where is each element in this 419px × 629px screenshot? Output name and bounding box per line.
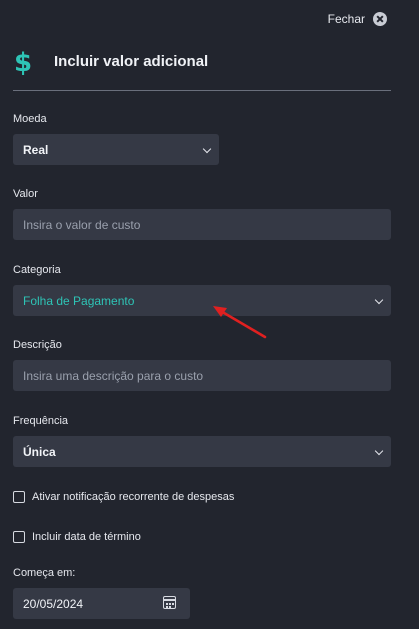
currency-select[interactable]: Real [13,134,219,165]
page-title: Incluir valor adicional [54,53,209,70]
value-placeholder: Insira o valor de custo [23,217,141,232]
red-arrow-icon [213,306,267,339]
checkbox-icon[interactable] [13,491,25,503]
add-value-panel: Fechar $ Incluir valor adicional Moeda R… [0,0,419,629]
chevron-down-icon [202,144,212,154]
frequency-value: Única [23,444,56,459]
close-circle-icon[interactable] [373,12,387,26]
category-select[interactable]: Folha de Pagamento [13,285,391,316]
start-date-value: 20/05/2024 [23,596,84,611]
description-input[interactable]: Insira uma descrição para o custo [13,360,391,391]
chevron-down-icon [374,295,384,305]
dollar-icon: $ [14,48,33,78]
recurring-notification-label: Ativar notificação recorrente de despesa… [32,491,235,503]
close-button[interactable]: Fechar [328,12,387,26]
checkbox-icon[interactable] [13,531,25,543]
description-label: Descrição [13,339,62,351]
category-value: Folha de Pagamento [23,293,135,308]
end-date-label: Incluir data de término [32,531,141,543]
panel-header: $ Incluir valor adicional [13,48,391,91]
start-date-input[interactable]: 20/05/2024 [13,588,190,619]
calendar-icon[interactable] [163,596,176,609]
category-label: Categoria [13,264,61,276]
close-label: Fechar [327,12,365,26]
currency-value: Real [23,142,49,157]
start-date-label: Começa em: [13,567,76,579]
chevron-down-icon [374,446,384,456]
frequency-select[interactable]: Única [13,436,391,467]
value-label: Valor [13,188,38,200]
frequency-label: Frequência [13,415,69,427]
end-date-checkbox[interactable]: Incluir data de término [13,531,141,543]
value-input[interactable]: Insira o valor de custo [13,209,391,240]
currency-label: Moeda [13,113,47,125]
recurring-notification-checkbox[interactable]: Ativar notificação recorrente de despesa… [13,491,234,503]
description-placeholder: Insira uma descrição para o custo [23,368,204,383]
